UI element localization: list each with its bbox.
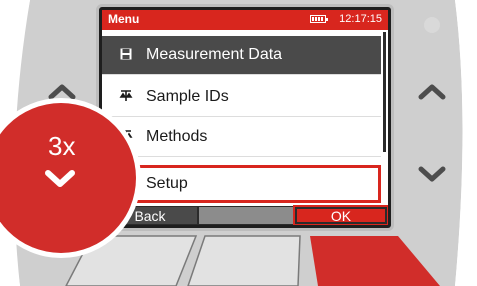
middle-softkey[interactable] [199,207,293,224]
device-screen: Menu 12:17:15 Measurement Data Sample ID… [102,10,388,225]
left-up-arrow-button[interactable] [48,82,76,100]
right-up-arrow-button[interactable] [418,82,446,100]
divider [102,116,381,117]
title-bar: Menu 12:17:15 [102,10,388,30]
menu-item-methods[interactable]: Methods [102,118,381,156]
divider [102,156,381,157]
menu-item-sample-ids[interactable]: Sample IDs [102,78,381,116]
ok-softkey[interactable]: OK [293,205,388,225]
sample-tube-icon [116,89,136,106]
right-down-arrow-button[interactable] [418,166,446,184]
menu-item-label: Setup [146,175,188,192]
menu-item-label: Sample IDs [146,88,229,105]
menu-item-setup[interactable]: Setup [102,165,381,203]
divider [102,74,381,75]
scrollbar-thumb[interactable] [383,32,386,152]
clock: 12:17:15 [339,13,382,25]
press-count: 3x [48,131,76,161]
chevron-down-icon [45,170,75,187]
menu-scrollbar[interactable] [381,30,388,206]
menu-item-label: Measurement Data [146,46,283,63]
floppy-disk-icon [116,48,136,63]
back-softkey-label: Back [134,207,166,224]
device-ui: { "titlebar": { "title": "Menu", "clock"… [0,0,477,286]
softkey-bar: Back OK [102,205,388,225]
screen-title: Menu [108,12,140,26]
menu-item-measurement-data[interactable]: Measurement Data [102,36,381,74]
ambient-light-sensor [424,17,440,33]
battery-icon [310,15,328,23]
menu-list: Measurement Data Sample IDs Methods Setu… [102,30,381,206]
menu-item-label: Methods [146,128,208,145]
ok-softkey-label: OK [330,207,352,224]
